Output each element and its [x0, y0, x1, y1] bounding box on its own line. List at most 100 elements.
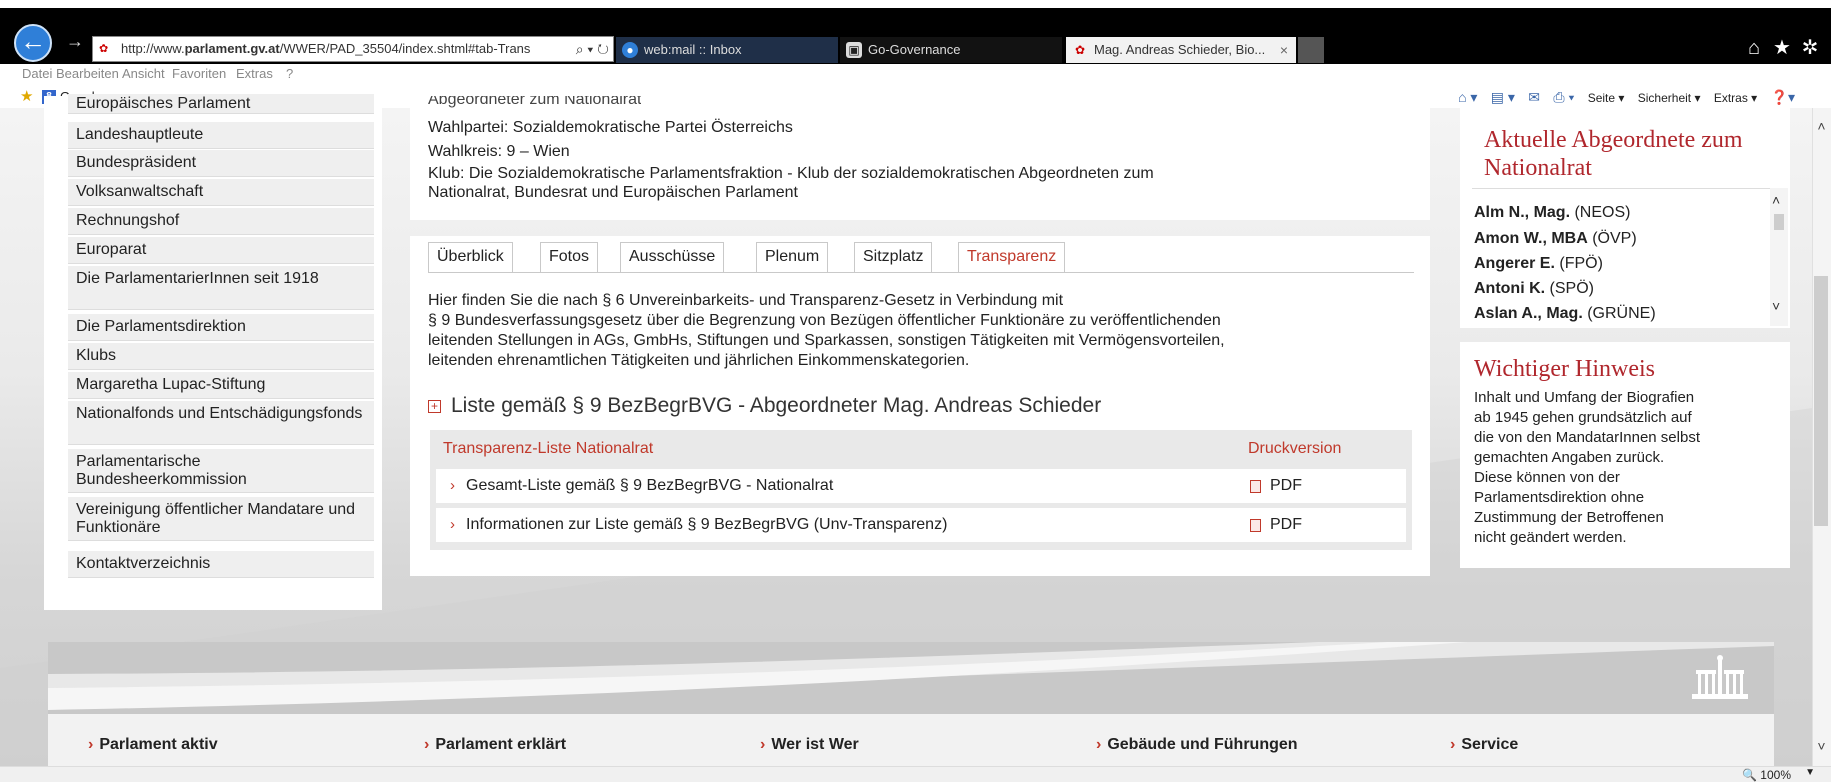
hint-line: Zustimmung der Betroffenen — [1474, 509, 1664, 526]
tab-plenum[interactable]: Plenum — [756, 242, 829, 272]
footer-link-parlament-erklaert[interactable]: › Parlament erklärt — [424, 736, 566, 754]
nav-bundesheerkommission[interactable]: Parlamentarische Bundesheerkommission — [68, 449, 374, 493]
mp-scroll-thumb[interactable] — [1774, 214, 1784, 230]
new-tab-button[interactable] — [1298, 37, 1324, 63]
menu-extras[interactable]: Extras — [236, 64, 273, 84]
list-item[interactable]: Angerer E. (FPÖ) — [1474, 255, 1603, 273]
chevron-up-icon[interactable]: ˄ — [1772, 192, 1780, 208]
list-item[interactable]: Alm N., Mag. (NEOS) — [1474, 204, 1630, 222]
feeds-icon[interactable]: ▤ ▾ — [1491, 89, 1515, 105]
nav-margaretha-lupac-stiftung[interactable]: Margaretha Lupac-Stiftung — [68, 372, 374, 399]
home-icon[interactable]: ⌂ — [1742, 36, 1766, 60]
tab-label: web:mail :: Inbox — [644, 42, 742, 57]
nav-parlamentarierinnen-seit-1918[interactable]: Die ParlamentarierInnen seit 1918 — [68, 266, 374, 310]
address-bar[interactable]: ✿ http://www.parlament.gv.at/WWER/PAD_35… — [92, 36, 614, 62]
pdf-link[interactable]: PDF — [1270, 508, 1302, 542]
sicherheit-menu[interactable]: Sicherheit ▾ — [1638, 91, 1701, 105]
tab-fotos[interactable]: Fotos — [540, 242, 599, 272]
list-item[interactable]: Aslan A., Mag. (GRÜNE) — [1474, 305, 1656, 323]
back-button[interactable]: ← — [14, 24, 52, 62]
settings-gear-icon[interactable]: ✲ — [1798, 36, 1822, 60]
search-refresh-icon[interactable]: ⌕ ▾ ↻ — [576, 37, 609, 61]
mp-name: Aslan A., Mag. — [1474, 305, 1583, 322]
nav-vereinigung-mandatare[interactable]: Vereinigung öffentlicher Mandatare und F… — [68, 497, 374, 541]
close-tab-icon[interactable]: × — [1280, 37, 1288, 63]
pdf-link[interactable]: PDF — [1270, 469, 1302, 503]
list-item[interactable]: Amon W., MBA (ÖVP) — [1474, 230, 1637, 248]
tab-go-governance[interactable]: ▣ Go-Governance — [840, 37, 1062, 63]
tab-sitzplatz[interactable]: Sitzplatz — [854, 242, 933, 272]
menu-bar: Datei Bearbeiten Ansicht Favoriten Extra… — [0, 64, 1831, 86]
menu-bearbeiten[interactable]: Bearbeiten — [56, 64, 119, 84]
list-item[interactable]: Antoni K. (SPÖ) — [1474, 280, 1594, 298]
window-top-edge — [0, 0, 1831, 8]
chevron-down-icon[interactable]: ˅ — [1772, 298, 1780, 314]
nav-landeshauptleute[interactable]: Landeshauptleute — [68, 122, 374, 149]
tab-webmail[interactable]: ● web:mail :: Inbox — [616, 37, 838, 63]
chevron-right-icon: › — [450, 477, 455, 494]
chevron-right-icon: › — [1096, 736, 1102, 753]
zoom-dropdown-icon[interactable]: ▼ — [1805, 767, 1815, 778]
parliament-favicon-icon: ✿ — [1074, 43, 1086, 57]
parliament-logo-icon — [1692, 655, 1748, 699]
doc-link[interactable]: Informationen zur Liste gemäß § 9 BezBeg… — [466, 508, 947, 542]
footer-link-wer-ist-wer[interactable]: › Wer ist Wer — [760, 736, 859, 754]
extras-menu[interactable]: Extras ▾ — [1714, 91, 1757, 105]
nav-nationalfonds[interactable]: Nationalfonds und Entschädigungsfonds — [68, 401, 374, 445]
hint-line: nicht geändert werden. — [1474, 529, 1627, 546]
menu-datei[interactable]: Datei — [22, 64, 52, 84]
print-icon[interactable]: ⎙ ▾ — [1553, 89, 1574, 105]
mp-party: (SPÖ) — [1549, 280, 1594, 297]
zoom-level[interactable]: 🔍 100% — [1742, 768, 1791, 782]
url-path: /WWER/PAD_35504/index.shtml#tab-Trans — [279, 41, 531, 56]
table-row[interactable]: › Informationen zur Liste gemäß § 9 BezB… — [436, 508, 1406, 542]
list-heading-text: Liste gemäß § 9 BezBegrBVG - Abgeordnete… — [451, 394, 1102, 417]
url-prefix: http://www. — [121, 41, 185, 56]
tab-schieder-bio[interactable]: ✿ Mag. Andreas Schieder, Bio... × — [1066, 37, 1296, 63]
intro-line-4: leitenden ehrenamtlichen Tätigkeiten und… — [428, 352, 970, 369]
menu-favoriten[interactable]: Favoriten — [172, 64, 226, 84]
nav-parlamentsdirektion[interactable]: Die Parlamentsdirektion — [68, 314, 374, 341]
footer-link-service[interactable]: › Service — [1450, 736, 1518, 754]
footer-banner — [48, 642, 1774, 714]
footer-link-gebaeude[interactable]: › Gebäude und Führungen — [1096, 736, 1298, 754]
expand-icon[interactable]: + — [428, 400, 441, 413]
doc-link[interactable]: Gesamt-Liste gemäß § 9 BezBegrBVG - Nati… — [466, 469, 833, 503]
menu-ansicht[interactable]: Ansicht — [122, 64, 165, 84]
footer-link-label: Parlament aktiv — [99, 736, 218, 753]
mp-name: Angerer E. — [1474, 255, 1555, 272]
scroll-up-icon[interactable]: ˄ — [1812, 118, 1831, 134]
chevron-right-icon: › — [424, 736, 430, 753]
add-favorite-icon[interactable]: ★ — [20, 86, 33, 108]
table-row[interactable]: › Gesamt-Liste gemäß § 9 BezBegrBVG - Na… — [436, 469, 1406, 503]
mail-icon[interactable]: ✉ — [1528, 89, 1540, 105]
tab-ueberblick[interactable]: Überblick — [428, 242, 513, 272]
tab-transparenz[interactable]: Transparenz — [958, 242, 1066, 272]
help-icon[interactable]: ❓▾ — [1771, 89, 1795, 105]
mp-name: Amon W., MBA — [1474, 230, 1588, 247]
nav-kontaktverzeichnis[interactable]: Kontaktverzeichnis — [68, 551, 374, 578]
footer-link-label: Gebäude und Führungen — [1107, 736, 1298, 753]
mp-party: (ÖVP) — [1592, 230, 1637, 247]
tab-ausschuesse[interactable]: Ausschüsse — [620, 242, 725, 272]
hint-title: Wichtiger Hinweis — [1474, 356, 1655, 382]
seite-menu[interactable]: Seite ▾ — [1588, 91, 1625, 105]
tab-label: Mag. Andreas Schieder, Bio... — [1094, 42, 1266, 57]
nav-europarat[interactable]: Europarat — [68, 237, 374, 264]
nav-bundespraesident[interactable]: Bundespräsident — [68, 150, 374, 177]
nav-volksanwaltschaft[interactable]: Volksanwaltschaft — [68, 179, 374, 206]
mp-party: (NEOS) — [1574, 204, 1631, 221]
nav-europaeisches-parlament[interactable]: Europäisches Parlament — [68, 94, 374, 114]
forward-button[interactable]: → — [62, 28, 88, 54]
tab-divider — [428, 272, 1414, 273]
scroll-thumb[interactable] — [1814, 276, 1828, 526]
nav-rechnungshof[interactable]: Rechnungshof — [68, 208, 374, 235]
pdf-icon — [1250, 519, 1261, 532]
home-small-icon[interactable]: ⌂ ▾ — [1458, 89, 1477, 105]
menu-help[interactable]: ? — [286, 64, 293, 84]
favorites-star-icon[interactable]: ★ — [1770, 36, 1794, 60]
nav-klubs[interactable]: Klubs — [68, 343, 374, 370]
scroll-down-icon[interactable]: ˅ — [1812, 738, 1831, 754]
list-heading[interactable]: + Liste gemäß § 9 BezBegrBVG - Abgeordnet… — [428, 394, 1101, 418]
footer-link-parlament-aktiv[interactable]: › Parlament aktiv — [88, 736, 218, 754]
